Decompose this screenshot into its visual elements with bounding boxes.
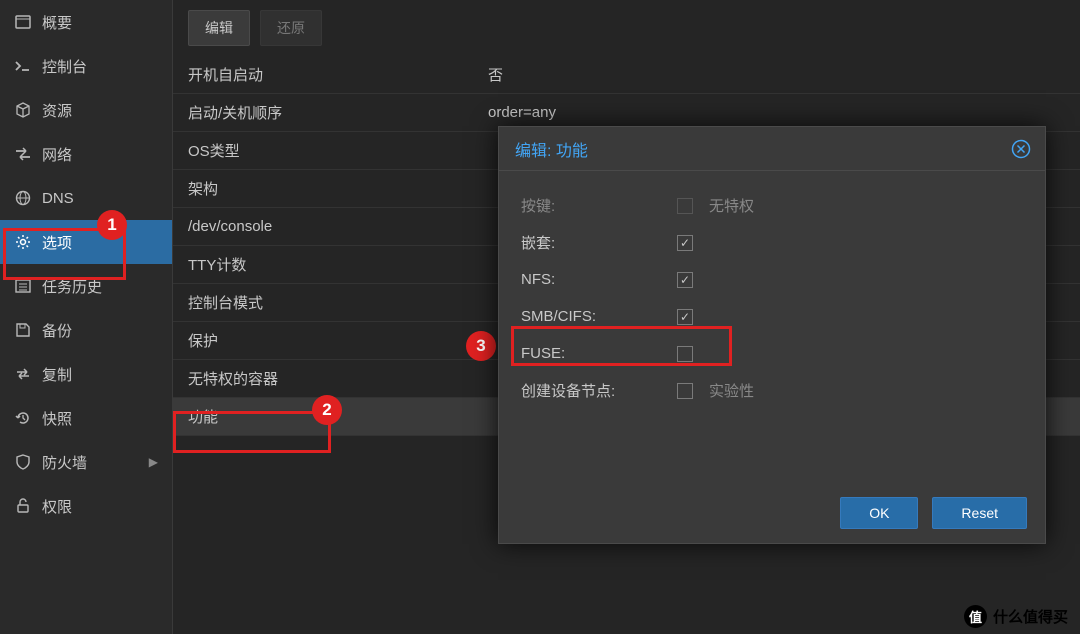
form-label: NFS: [521,271,677,288]
dialog-header: 编辑: 功能 [499,127,1045,171]
option-label: 保护 [173,330,488,351]
checkbox-nfs[interactable] [677,272,693,288]
checkbox-mknod[interactable] [677,383,693,399]
form-label: SMB/CIFS: [521,308,677,325]
form-row-keyctl: 按键: 无特权 [521,187,1023,224]
ok-button[interactable]: OK [840,497,918,529]
cube-icon [14,101,32,119]
option-value: order=any [488,104,1080,121]
shield-icon [14,453,32,471]
globe-icon [14,189,32,207]
option-label: 无特权的容器 [173,368,488,389]
form-row-nesting: 嵌套: [521,224,1023,261]
annotation-badge-3: 3 [466,331,496,361]
form-label: 嵌套: [521,232,677,253]
option-label: /dev/console [173,218,488,235]
sidebar-item-label: 复制 [42,364,72,385]
form-suffix: 实验性 [709,380,754,401]
option-label: OS类型 [173,140,488,161]
sidebar-item-console[interactable]: 控制台 [0,44,172,88]
checkbox-smb-cifs[interactable] [677,309,693,325]
sync-icon [14,365,32,383]
close-icon[interactable] [1011,139,1031,164]
option-label: TTY计数 [173,254,488,275]
sidebar-item-label: 防火墙 [42,452,87,473]
toolbar: 编辑 还原 [173,0,1080,56]
table-row[interactable]: 开机自启动 否 [173,56,1080,94]
sidebar-item-dns[interactable]: DNS [0,176,172,220]
sidebar-item-label: 快照 [42,408,72,429]
sidebar-item-network[interactable]: 网络 [0,132,172,176]
sidebar-item-resources[interactable]: 资源 [0,88,172,132]
revert-button[interactable]: 还原 [260,10,322,46]
watermark-text: 什么值得买 [993,606,1068,627]
annotation-badge-2: 2 [312,395,342,425]
console-icon [14,57,32,75]
form-suffix: 无特权 [709,195,754,216]
sidebar-item-replicate[interactable]: 复制 [0,352,172,396]
sidebar-item-label: 备份 [42,320,72,341]
form-row-mknod: 创建设备节点: 实验性 [521,372,1023,409]
option-label: 控制台模式 [173,292,488,313]
sidebar-item-label: 网络 [42,144,72,165]
edit-button[interactable]: 编辑 [188,10,250,46]
watermark: 值 什么值得买 [964,605,1068,628]
save-icon [14,321,32,339]
watermark-icon: 值 [964,605,987,628]
form-row-nfs: NFS: [521,261,1023,298]
option-value: 否 [488,64,1080,85]
sidebar-item-label: 控制台 [42,56,87,77]
history-icon [14,409,32,427]
checkbox-keyctl[interactable] [677,198,693,214]
option-label: 开机自启动 [173,64,488,85]
form-label: 创建设备节点: [521,380,677,401]
sidebar: 概要 控制台 资源 网络 DNS 选项 任务历史 备份 复制 快照 防火墙 ▶ [0,0,173,634]
reset-button[interactable]: Reset [932,497,1027,529]
sidebar-item-firewall[interactable]: 防火墙 ▶ [0,440,172,484]
chevron-right-icon: ▶ [149,455,158,469]
unlock-icon [14,497,32,515]
sidebar-item-summary[interactable]: 概要 [0,0,172,44]
form-label: 按键: [521,195,677,216]
network-icon [14,145,32,163]
dialog-footer: OK Reset [840,497,1027,529]
summary-icon [14,13,32,31]
sidebar-item-snapshot[interactable]: 快照 [0,396,172,440]
sidebar-item-label: 资源 [42,100,72,121]
sidebar-item-label: DNS [42,190,74,207]
dialog-title: 编辑: 功能 [515,137,588,161]
dialog-body: 按键: 无特权 嵌套: NFS: SMB/CIFS: FUSE: 创建设备节点:… [499,171,1045,425]
sidebar-item-permissions[interactable]: 权限 [0,484,172,528]
annotation-badge-1: 1 [97,210,127,240]
sidebar-item-backup[interactable]: 备份 [0,308,172,352]
sidebar-item-label: 权限 [42,496,72,517]
sidebar-item-label: 概要 [42,12,72,33]
option-label: 架构 [173,178,488,199]
checkbox-nesting[interactable] [677,235,693,251]
annotation-highlight-3 [511,326,732,366]
annotation-highlight-2 [173,411,331,453]
option-label: 启动/关机顺序 [173,102,488,123]
